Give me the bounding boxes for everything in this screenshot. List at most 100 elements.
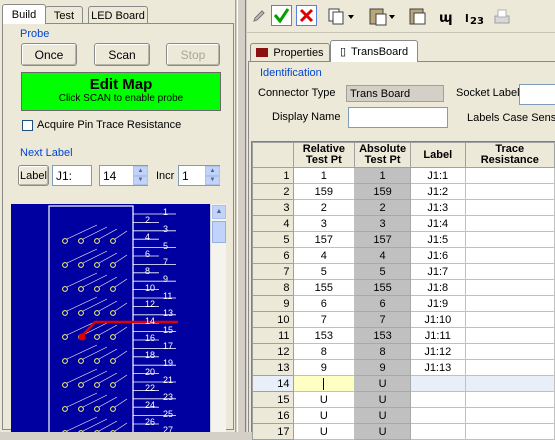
absolute-cell[interactable]: 2 bbox=[354, 199, 412, 216]
trace-cell[interactable] bbox=[464, 327, 555, 344]
table-row[interactable]: 6 4 4 J1:6 bbox=[252, 247, 555, 264]
pad[interactable] bbox=[94, 406, 100, 412]
absolute-cell[interactable]: 159 bbox=[354, 183, 412, 200]
table-row[interactable]: 2 159 159 J1:2 bbox=[252, 183, 555, 200]
label-number-spinner[interactable]: ▲ ▼ bbox=[133, 166, 148, 185]
absolute-cell[interactable]: 157 bbox=[354, 231, 412, 248]
relative-cell[interactable]: 2 bbox=[292, 199, 356, 216]
board-map[interactable]: 1 2 3 4 5 6 7 8 9 10 11 12 13 14 15 16 17 18 19 20 21 22 23 24 2… bbox=[11, 204, 210, 432]
pad[interactable] bbox=[94, 358, 100, 364]
table-row[interactable]: 12 8 8 J1:12 bbox=[252, 343, 555, 360]
tab-properties[interactable]: Properties bbox=[250, 43, 330, 61]
paste-special-icon[interactable] bbox=[408, 6, 428, 27]
pad[interactable] bbox=[94, 262, 100, 268]
numbering-icon[interactable]: l 23 bbox=[464, 7, 486, 27]
spin-down-icon[interactable]: ▼ bbox=[133, 175, 148, 185]
col-header-relative[interactable]: Relative Test Pt bbox=[292, 142, 356, 168]
incr-spinner[interactable]: ▲ ▼ bbox=[205, 166, 220, 185]
pad[interactable] bbox=[62, 238, 68, 244]
absolute-cell[interactable]: 6 bbox=[354, 295, 412, 312]
pad[interactable] bbox=[78, 286, 84, 292]
trace-cell[interactable] bbox=[464, 343, 555, 360]
col-header-trace[interactable]: Trace Resistance bbox=[464, 142, 555, 168]
trace-cell[interactable] bbox=[464, 391, 555, 408]
acquire-checkbox[interactable] bbox=[22, 120, 33, 131]
copy-icon[interactable] bbox=[327, 6, 355, 27]
absolute-cell[interactable]: 5 bbox=[354, 263, 412, 280]
label-prefix-field[interactable]: J1: bbox=[52, 165, 92, 186]
pad[interactable] bbox=[94, 334, 100, 340]
pad[interactable] bbox=[62, 358, 68, 364]
scroll-thumb[interactable] bbox=[212, 221, 226, 243]
relative-cell[interactable]: 8 bbox=[292, 343, 356, 360]
table-row[interactable]: 15 U U bbox=[252, 391, 555, 408]
pad[interactable] bbox=[94, 382, 100, 388]
absolute-cell[interactable]: 153 bbox=[354, 327, 412, 344]
absolute-cell[interactable]: 155 bbox=[354, 279, 412, 296]
label-cell[interactable]: J1:10 bbox=[410, 311, 466, 328]
pad[interactable] bbox=[78, 358, 84, 364]
pad[interactable] bbox=[110, 406, 116, 412]
absolute-cell[interactable]: 8 bbox=[354, 343, 412, 360]
pad[interactable] bbox=[62, 406, 68, 412]
spin-up-icon[interactable]: ▲ bbox=[205, 166, 220, 176]
label-button[interactable]: Label bbox=[18, 165, 49, 186]
print-icon[interactable] bbox=[492, 7, 512, 27]
tab-build[interactable]: Build bbox=[2, 4, 46, 24]
pad[interactable] bbox=[78, 262, 84, 268]
trace-cell[interactable] bbox=[464, 295, 555, 312]
pad[interactable] bbox=[62, 334, 68, 340]
board-scrollbar[interactable]: ▲ bbox=[210, 204, 226, 432]
pad[interactable] bbox=[78, 406, 84, 412]
relative-cell[interactable]: 7 bbox=[292, 311, 356, 328]
stop-button[interactable]: Stop bbox=[166, 43, 220, 66]
relative-cell[interactable]: 1 bbox=[292, 167, 356, 184]
pad[interactable] bbox=[110, 310, 116, 316]
trace-cell[interactable] bbox=[464, 199, 555, 216]
scroll-up-icon[interactable]: ▲ bbox=[212, 205, 226, 219]
trace-cell[interactable] bbox=[464, 263, 555, 280]
trace-cell[interactable] bbox=[464, 311, 555, 328]
label-cell[interactable]: J1:4 bbox=[410, 215, 466, 232]
pad[interactable] bbox=[62, 262, 68, 268]
absolute-cell[interactable]: 1 bbox=[354, 167, 412, 184]
relative-cell[interactable]: 159 bbox=[292, 183, 356, 200]
label-cell[interactable] bbox=[410, 391, 466, 408]
pad[interactable] bbox=[78, 238, 84, 244]
once-button[interactable]: Once bbox=[21, 43, 77, 66]
pad[interactable] bbox=[78, 382, 84, 388]
label-cell[interactable]: J1:6 bbox=[410, 247, 466, 264]
label-cell[interactable]: J1:1 bbox=[410, 167, 466, 184]
tab-led-board[interactable]: LED Board bbox=[88, 6, 148, 24]
socket-label-field[interactable] bbox=[519, 84, 555, 105]
label-cell[interactable]: J1:7 bbox=[410, 263, 466, 280]
label-cell[interactable] bbox=[410, 407, 466, 424]
pad[interactable] bbox=[110, 334, 116, 340]
pad[interactable] bbox=[62, 310, 68, 316]
scan-button[interactable]: Scan bbox=[94, 43, 150, 66]
pad[interactable] bbox=[94, 310, 100, 316]
table-row[interactable]: 3 2 2 J1:3 bbox=[252, 199, 555, 216]
pad[interactable] bbox=[110, 262, 116, 268]
table-row[interactable]: 4 3 3 J1:4 bbox=[252, 215, 555, 232]
relative-cell[interactable]: 153 bbox=[292, 327, 356, 344]
pad[interactable] bbox=[110, 286, 116, 292]
label-cell[interactable]: J1:9 bbox=[410, 295, 466, 312]
table-row[interactable]: 5 157 157 J1:5 bbox=[252, 231, 555, 248]
absolute-cell[interactable]: 7 bbox=[354, 311, 412, 328]
display-name-field[interactable] bbox=[348, 107, 448, 128]
trace-cell[interactable] bbox=[464, 183, 555, 200]
pad[interactable] bbox=[78, 310, 84, 316]
absolute-cell[interactable]: U bbox=[354, 407, 412, 424]
absolute-cell[interactable]: U bbox=[354, 375, 412, 392]
pad[interactable] bbox=[110, 358, 116, 364]
trace-cell[interactable] bbox=[464, 359, 555, 376]
relative-cell[interactable]: 5 bbox=[292, 263, 356, 280]
table-row[interactable]: 1 1 1 J1:1 bbox=[252, 167, 555, 184]
table-row[interactable]: 14 U bbox=[252, 375, 555, 392]
absolute-cell[interactable]: 9 bbox=[354, 359, 412, 376]
trace-cell[interactable] bbox=[464, 231, 555, 248]
pencil-icon[interactable] bbox=[251, 8, 267, 24]
label-cell[interactable] bbox=[410, 375, 466, 392]
pad[interactable] bbox=[94, 286, 100, 292]
